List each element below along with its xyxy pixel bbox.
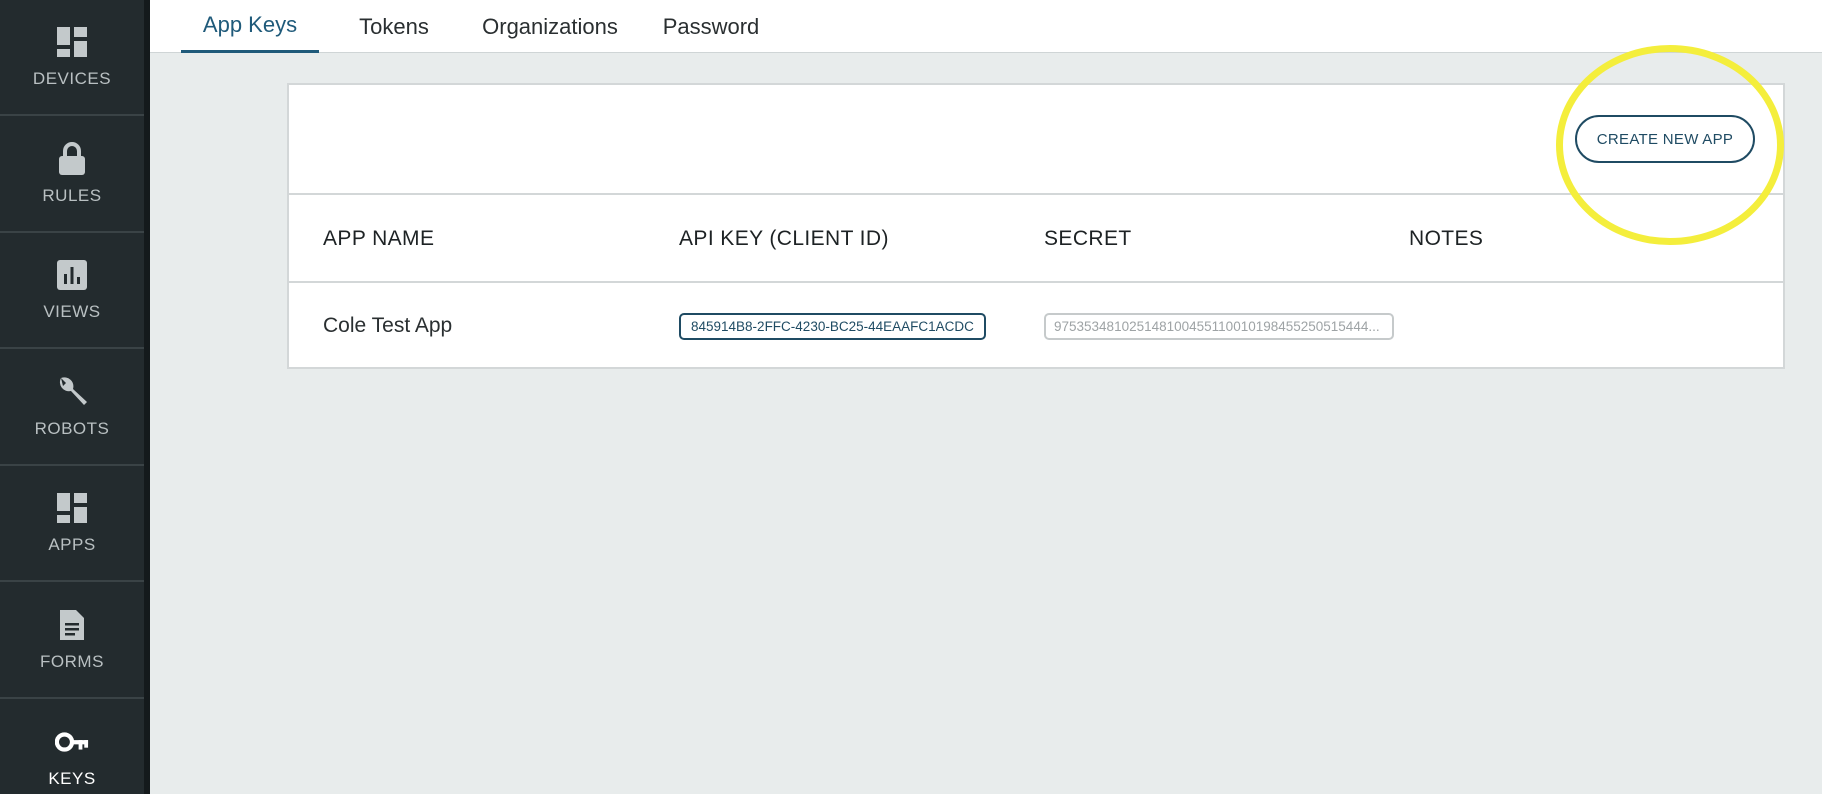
tab-app-keys[interactable]: App Keys <box>181 0 319 53</box>
wrench-icon <box>55 375 89 409</box>
api-key-cell: 845914B8-2FFC-4230-BC25-44EAAFC1ACDC <box>679 283 986 369</box>
sidebar: DEVICES RULES VIEWS ROBOTS APPS FORMS KE… <box>0 0 150 794</box>
app-name-cell: Cole Test App <box>323 314 453 337</box>
column-header-secret: SECRET <box>1044 227 1132 250</box>
sidebar-item-apps[interactable]: APPS <box>0 466 144 582</box>
sidebar-item-keys[interactable]: KEYS <box>0 699 144 794</box>
bar-chart-icon <box>55 258 89 292</box>
sidebar-item-robots[interactable]: ROBOTS <box>0 350 144 466</box>
sidebar-item-label: DEVICES <box>32 69 112 88</box>
column-header-notes: NOTES <box>1409 227 1484 250</box>
column-header-app-name: APP NAME <box>323 227 435 250</box>
sidebar-item-label: VIEWS <box>43 302 101 321</box>
sidebar-item-devices[interactable]: DEVICES <box>0 0 144 116</box>
app-keys-panel: CREATE NEW APP APP NAME API KEY (CLIENT … <box>287 83 1785 369</box>
sidebar-item-forms[interactable]: FORMS <box>0 583 144 699</box>
sidebar-item-rules[interactable]: RULES <box>0 117 144 233</box>
secret-value[interactable]: 9753534810251481004551100101984552505154… <box>1044 312 1394 340</box>
column-header-api-key: API KEY (CLIENT ID) <box>679 227 889 250</box>
table-row: Cole Test App 845914B8-2FFC-4230-BC25-44… <box>289 283 1783 369</box>
sidebar-item-label: ROBOTS <box>34 419 110 438</box>
document-icon <box>55 608 89 642</box>
tab-password[interactable]: Password <box>656 0 766 53</box>
sidebar-item-label: APPS <box>48 535 96 554</box>
sidebar-item-views[interactable]: VIEWS <box>0 233 144 349</box>
table-header: APP NAME API KEY (CLIENT ID) SECRET NOTE… <box>289 195 1783 283</box>
secret-cell: 9753534810251481004551100101984552505154… <box>1044 283 1394 369</box>
sidebar-item-label: RULES <box>42 186 102 205</box>
sidebar-item-label: FORMS <box>40 652 104 671</box>
tab-tokens[interactable]: Tokens <box>350 0 438 53</box>
panel-toolbar: CREATE NEW APP <box>289 85 1783 195</box>
api-key-value[interactable]: 845914B8-2FFC-4230-BC25-44EAAFC1ACDC <box>679 312 986 340</box>
tab-organizations[interactable]: Organizations <box>475 0 625 53</box>
key-icon <box>55 725 89 759</box>
dashboard-icon <box>55 491 89 525</box>
top-tabs: App Keys Tokens Organizations Password <box>150 0 1822 53</box>
dashboard-icon <box>55 25 89 59</box>
create-new-app-button[interactable]: CREATE NEW APP <box>1575 115 1755 163</box>
sidebar-item-label: KEYS <box>48 769 96 788</box>
lock-icon <box>55 142 89 176</box>
